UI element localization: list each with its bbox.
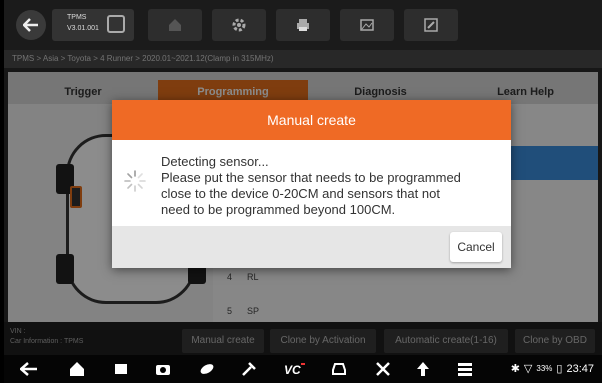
message-line: Please put the sensor that needs to be p… xyxy=(161,170,461,185)
home-button[interactable] xyxy=(148,9,202,41)
dialog-title: Manual create xyxy=(112,100,511,140)
home-icon xyxy=(169,19,181,31)
edit-button[interactable] xyxy=(404,9,458,41)
home-icon[interactable] xyxy=(68,361,86,377)
message-line: Detecting sensor... xyxy=(161,154,269,169)
status-bar: ✱ ▽ 33% ▯ 23:47 xyxy=(510,362,594,376)
app-version: V3.01.001 xyxy=(67,25,99,32)
dialog-footer: Cancel xyxy=(112,226,511,268)
message-line: need to be programmed beyond 100CM. xyxy=(161,202,396,217)
clock: 23:47 xyxy=(566,362,594,375)
message-line: close to the device 0-20CM and sensors t… xyxy=(161,186,440,201)
settings-button[interactable] xyxy=(212,9,266,41)
camera-icon[interactable] xyxy=(154,361,172,377)
toolbox-icon[interactable] xyxy=(240,361,258,377)
app-name: TPMS xyxy=(67,14,87,21)
browser-icon[interactable] xyxy=(198,361,216,377)
bluetooth-icon: ✱ xyxy=(510,363,520,375)
back-arrow-icon xyxy=(23,18,38,32)
tpms-screen: TPMS V3.01.001 TPMS > Asia > Toyota > 4 … xyxy=(4,0,602,383)
manual-create-dialog: Manual create Detecting sensor... Please… xyxy=(112,100,511,268)
top-toolbar: TPMS V3.01.001 xyxy=(4,0,602,50)
dialog-message: Detecting sensor... Please put the senso… xyxy=(161,154,506,218)
edit-icon xyxy=(424,18,438,32)
image-icon xyxy=(360,19,374,31)
battery-icon: ▯ xyxy=(556,363,563,375)
system-navbar: VC ✱ ▽ 33% ▯ 23:47 xyxy=(4,355,602,383)
cancel-button[interactable]: Cancel xyxy=(450,232,502,262)
gear-icon xyxy=(232,18,246,32)
back-button[interactable] xyxy=(16,10,46,40)
recent-apps-icon[interactable] xyxy=(112,361,130,377)
svg-text:VC: VC xyxy=(284,363,301,376)
vci-link-icon[interactable]: VC xyxy=(284,361,306,377)
printer-icon xyxy=(297,19,309,31)
car-icon[interactable] xyxy=(330,361,348,377)
screenshot-button[interactable] xyxy=(340,9,394,41)
menu-icon[interactable] xyxy=(456,361,474,377)
wifi-icon: ▽ xyxy=(523,363,533,375)
loading-spinner-icon xyxy=(124,170,146,192)
dialog-body: Detecting sensor... Please put the senso… xyxy=(112,140,511,226)
vci-icon xyxy=(107,15,125,33)
app-info: TPMS V3.01.001 xyxy=(52,9,134,41)
update-icon[interactable] xyxy=(414,361,432,377)
tools-icon[interactable] xyxy=(374,361,392,377)
battery-level: 33% xyxy=(536,364,553,373)
back-icon[interactable] xyxy=(20,361,38,377)
print-button[interactable] xyxy=(276,9,330,41)
